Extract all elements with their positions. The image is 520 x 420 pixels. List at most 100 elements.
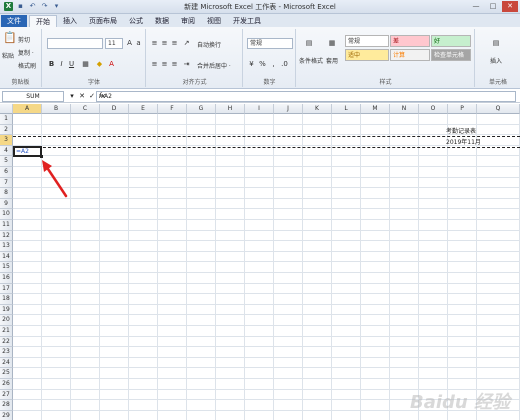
row-header-17[interactable]: 17 xyxy=(0,283,13,295)
number-format-box[interactable]: 常规 xyxy=(247,38,293,49)
format-as-table-button[interactable]: 套用 xyxy=(326,56,338,65)
column-header-K[interactable]: K xyxy=(303,104,332,114)
column-header-I[interactable]: I xyxy=(245,104,274,114)
border-icon[interactable]: ▦ xyxy=(81,60,90,69)
style-calculation[interactable]: 计算 xyxy=(390,49,430,61)
row-header-2[interactable]: 2 xyxy=(0,124,13,136)
align-middle-icon[interactable]: ≡ xyxy=(160,39,169,48)
cut-button[interactable]: 剪切 xyxy=(18,35,30,44)
font-name-box[interactable] xyxy=(47,38,103,49)
row-header-13[interactable]: 13 xyxy=(0,241,13,252)
style-normal[interactable]: 常规 xyxy=(345,35,389,47)
conditional-format-button[interactable]: 条件格式 xyxy=(299,56,323,65)
tab-8[interactable]: 开发工具 xyxy=(227,15,267,27)
row-header-7[interactable]: 7 xyxy=(0,177,13,189)
name-box-dropdown-icon[interactable]: ▾ xyxy=(68,92,76,101)
italic-button[interactable]: I xyxy=(57,60,66,69)
enter-icon[interactable]: ✓ xyxy=(88,92,96,101)
maximize-button[interactable]: □ xyxy=(485,1,501,12)
row-header-8[interactable]: 8 xyxy=(0,188,13,199)
row-header-6[interactable]: 6 xyxy=(0,167,13,178)
row-header-18[interactable]: 18 xyxy=(0,294,13,305)
style-neutral[interactable]: 适中 xyxy=(345,49,389,61)
name-box[interactable]: SUM xyxy=(2,91,64,102)
align-center-icon[interactable]: ≡ xyxy=(160,60,169,69)
indent-icon[interactable]: ⇥ xyxy=(182,60,191,69)
row-header-5[interactable]: 5 xyxy=(0,156,13,167)
column-header-P[interactable]: P xyxy=(448,104,477,114)
row-header-16[interactable]: 16 xyxy=(0,273,13,284)
row-header-28[interactable]: 28 xyxy=(0,400,13,411)
column-header-B[interactable]: B xyxy=(42,104,71,114)
row-header-19[interactable]: 19 xyxy=(0,304,13,316)
tab-6[interactable]: 审阅 xyxy=(175,15,201,27)
merge-center-button[interactable]: 合并后居中 · xyxy=(197,61,231,70)
column-header-H[interactable]: H xyxy=(216,104,245,114)
tab-4[interactable]: 公式 xyxy=(123,15,149,27)
tab-2[interactable]: 插入 xyxy=(57,15,83,27)
tab-1[interactable]: 开始 xyxy=(29,15,57,27)
style-bad[interactable]: 差 xyxy=(390,35,430,47)
column-header-G[interactable]: G xyxy=(187,104,216,114)
column-header-Q[interactable]: Q xyxy=(477,104,520,114)
row-header-11[interactable]: 11 xyxy=(0,220,13,231)
tab-5[interactable]: 数据 xyxy=(149,15,175,27)
paste-button[interactable]: 粘贴 xyxy=(2,51,14,60)
row-header-1[interactable]: 1 xyxy=(0,114,13,125)
worksheet[interactable]: 29 28 27 26 25 24 23 22 21 20 19 18 17 16 15 14 13 12 11 10… xyxy=(0,104,520,420)
copy-button[interactable]: 复制 · xyxy=(18,48,34,57)
orientation-icon[interactable]: ↗ xyxy=(182,39,191,48)
minimize-button[interactable]: — xyxy=(468,1,484,12)
row-header-9[interactable]: 9 xyxy=(0,198,13,210)
column-header-A[interactable]: A xyxy=(13,104,42,114)
close-button[interactable]: ✕ xyxy=(502,1,518,12)
decimal-icon[interactable]: .0 xyxy=(280,60,289,69)
row-header-29[interactable]: 29 xyxy=(0,410,13,420)
row-header-22[interactable]: 22 xyxy=(0,336,13,348)
row-header-24[interactable]: 24 xyxy=(0,357,13,369)
shrink-font-icon[interactable]: a xyxy=(134,39,143,48)
column-header-D[interactable]: D xyxy=(100,104,129,114)
align-top-icon[interactable]: ≡ xyxy=(150,39,159,48)
wrap-text-button[interactable]: 自动换行 xyxy=(197,40,221,49)
comma-icon[interactable]: , xyxy=(269,60,278,69)
column-header-E[interactable]: E xyxy=(129,104,158,114)
row-header-12[interactable]: 12 xyxy=(0,230,13,242)
row-header-4[interactable]: 4 xyxy=(0,145,13,157)
font-size-box[interactable]: 11 xyxy=(105,38,123,49)
cancel-icon[interactable]: ✕ xyxy=(78,92,86,101)
row-header-21[interactable]: 21 xyxy=(0,326,13,337)
tab-3[interactable]: 页面布局 xyxy=(83,15,123,27)
grow-font-icon[interactable]: A xyxy=(125,39,134,48)
fill-color-icon[interactable]: ◆ xyxy=(95,60,104,69)
row-header-15[interactable]: 15 xyxy=(0,262,13,273)
column-header-M[interactable]: M xyxy=(361,104,390,114)
currency-icon[interactable]: ¥ xyxy=(247,60,256,69)
align-right-icon[interactable]: ≡ xyxy=(170,60,179,69)
column-header-F[interactable]: F xyxy=(158,104,187,114)
row-header-26[interactable]: 26 xyxy=(0,379,13,390)
style-good[interactable]: 好 xyxy=(431,35,471,47)
row-header-23[interactable]: 23 xyxy=(0,347,13,358)
percent-icon[interactable]: % xyxy=(258,60,267,69)
row-header-25[interactable]: 25 xyxy=(0,368,13,379)
row-header-14[interactable]: 14 xyxy=(0,251,13,263)
insert-button[interactable]: 插入 xyxy=(490,56,502,65)
row-header-3[interactable]: 3 xyxy=(0,135,13,146)
column-header-J[interactable]: J xyxy=(274,104,303,114)
bold-button[interactable]: B xyxy=(47,60,56,69)
style-check-cell[interactable]: 检查单元格 xyxy=(431,49,471,61)
align-left-icon[interactable]: ≡ xyxy=(150,60,159,69)
row-header-20[interactable]: 20 xyxy=(0,315,13,326)
active-cell-A3[interactable]: =A2 xyxy=(13,146,42,157)
underline-button[interactable]: U xyxy=(67,60,76,69)
tab-0[interactable]: 文件 xyxy=(1,15,27,27)
select-all-corner[interactable] xyxy=(0,104,13,114)
tab-7[interactable]: 视图 xyxy=(201,15,227,27)
column-header-N[interactable]: N xyxy=(390,104,419,114)
column-header-C[interactable]: C xyxy=(71,104,100,114)
format-painter-button[interactable]: 格式刷 xyxy=(18,61,36,70)
row-header-10[interactable]: 10 xyxy=(0,209,13,220)
column-header-L[interactable]: L xyxy=(332,104,361,114)
column-header-O[interactable]: O xyxy=(419,104,448,114)
